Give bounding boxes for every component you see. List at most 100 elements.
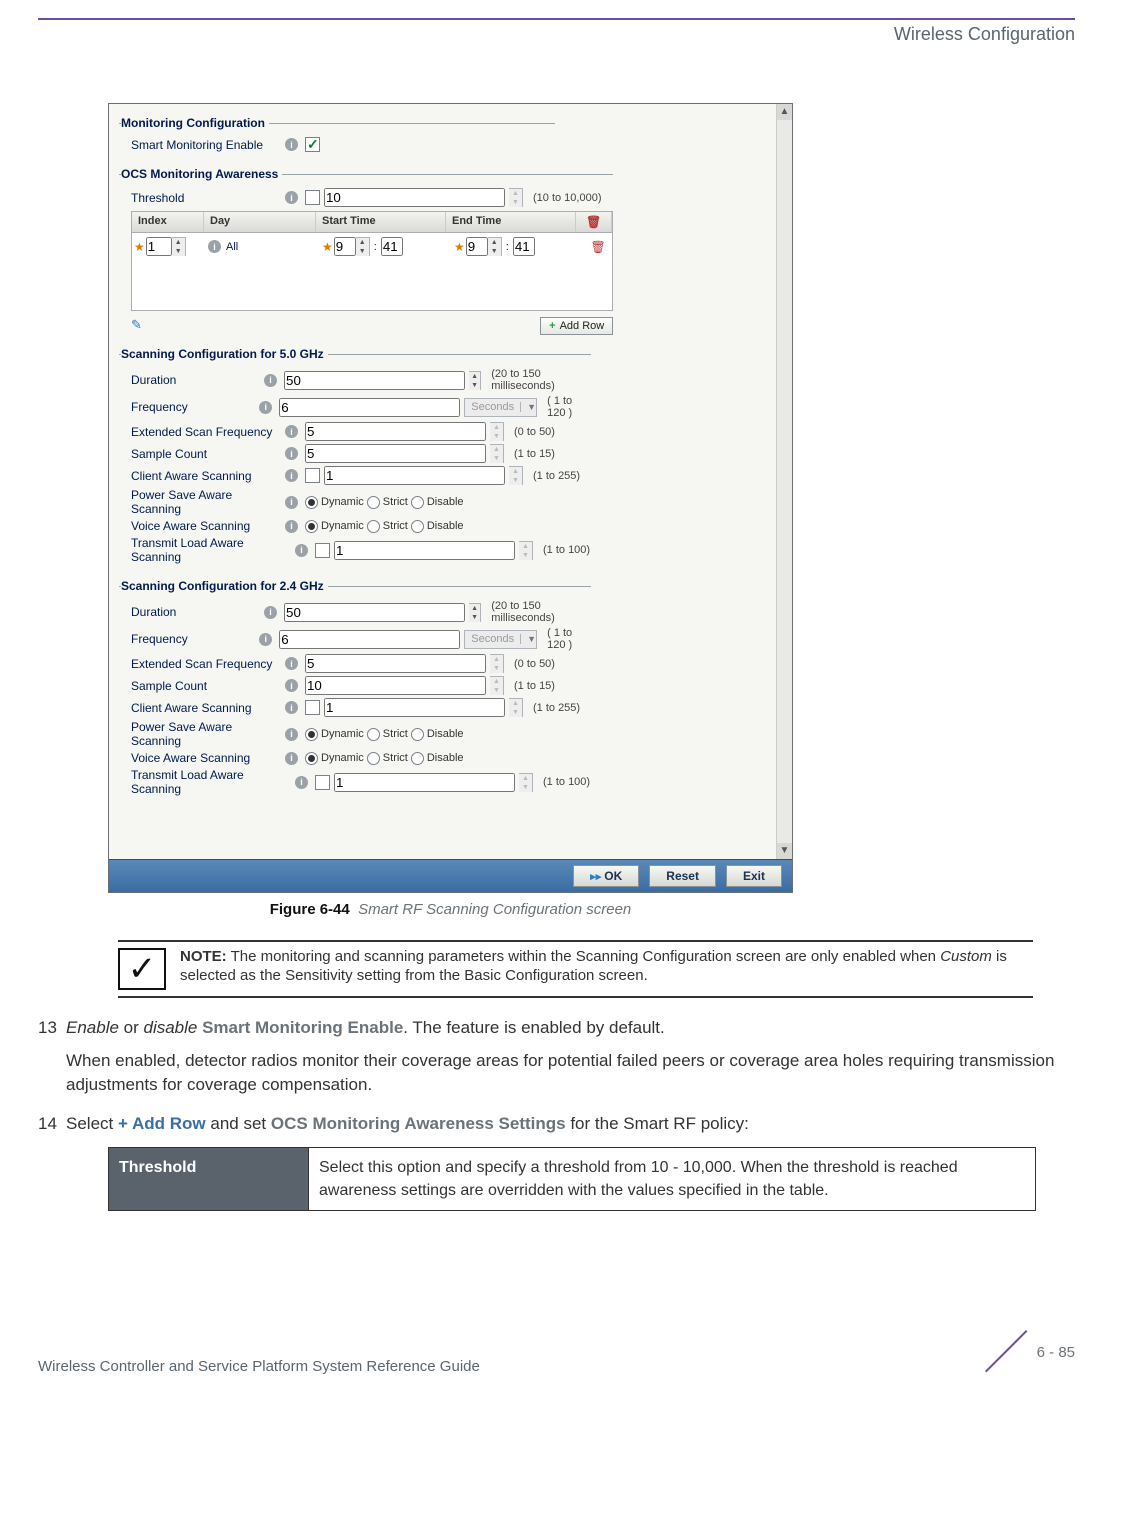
ps-dynamic-radio[interactable]	[305, 496, 318, 509]
voice-strict-radio[interactable]	[367, 520, 380, 533]
info-icon[interactable]: i	[285, 657, 298, 670]
info-icon[interactable]: i	[295, 776, 308, 789]
info-icon[interactable]: i	[285, 752, 298, 765]
threshold-spinner[interactable]: ▲▼	[509, 188, 523, 207]
start-min-input[interactable]	[381, 237, 403, 256]
info-icon[interactable]: i	[208, 240, 221, 253]
spinner[interactable]: ▲▼	[490, 676, 504, 695]
spinner[interactable]: ▲▼	[519, 773, 533, 792]
end-hour-input[interactable]	[466, 237, 488, 256]
voice-dynamic-radio[interactable]	[305, 520, 318, 533]
tx-checkbox[interactable]	[315, 775, 330, 790]
duration-input[interactable]	[284, 603, 465, 622]
info-icon[interactable]: i	[285, 728, 298, 741]
ok-button[interactable]: ▸▸OK	[573, 865, 639, 887]
col-index[interactable]: Index	[132, 212, 204, 232]
spinner[interactable]: ▲▼	[509, 466, 523, 485]
col-end[interactable]: End Time	[446, 212, 576, 232]
voice-disable-radio[interactable]	[411, 752, 424, 765]
freq-unit-select[interactable]: Seconds▼	[464, 630, 537, 649]
tx-input[interactable]	[334, 773, 515, 792]
scan5-legend: Scanning Configuration for 5.0 GHz	[121, 347, 328, 361]
smart-monitoring-checkbox[interactable]	[305, 137, 320, 152]
footer-slash-icon	[985, 1331, 1029, 1375]
ps-disable-radio[interactable]	[411, 728, 424, 741]
spinner[interactable]: ▲▼	[356, 237, 370, 256]
button-bar: ▸▸OK Reset Exit	[109, 859, 792, 892]
scrollbar[interactable]: ▲ ▼	[776, 104, 792, 859]
voice-dynamic-radio[interactable]	[305, 752, 318, 765]
add-row-button[interactable]: +Add Row	[540, 317, 613, 335]
scroll-up-icon[interactable]: ▲	[777, 104, 792, 120]
info-icon[interactable]: i	[295, 544, 308, 557]
info-icon[interactable]: i	[285, 138, 298, 151]
spinner[interactable]: ▲▼	[490, 444, 504, 463]
info-icon[interactable]: i	[285, 520, 298, 533]
end-min-input[interactable]	[513, 237, 535, 256]
duration-input[interactable]	[284, 371, 465, 390]
tx-checkbox[interactable]	[315, 543, 330, 558]
col-day[interactable]: Day	[204, 212, 316, 232]
ocs-fieldset: OCS Monitoring Awareness Threshold i ▲▼ …	[119, 167, 613, 337]
ps-disable-radio[interactable]	[411, 496, 424, 509]
info-icon[interactable]: i	[285, 469, 298, 482]
feature-name: Smart Monitoring Enable	[197, 1018, 403, 1037]
ps-strict-radio[interactable]	[367, 728, 380, 741]
scroll-down-icon[interactable]: ▼	[777, 843, 792, 859]
tx-input[interactable]	[334, 541, 515, 560]
ps-dynamic-radio[interactable]	[305, 728, 318, 741]
voice-disable-radio[interactable]	[411, 520, 424, 533]
start-hour-input[interactable]	[334, 237, 356, 256]
smart-monitoring-label: Smart Monitoring Enable	[131, 138, 281, 152]
spinner[interactable]: ▲▼	[509, 698, 523, 717]
exit-button[interactable]: Exit	[726, 865, 782, 887]
spinner[interactable]: ▲▼	[490, 654, 504, 673]
ext-hint: (0 to 50)	[514, 426, 555, 438]
voice-strict-radio[interactable]	[367, 752, 380, 765]
client-input[interactable]	[324, 698, 505, 717]
client-input[interactable]	[324, 466, 505, 485]
spinner[interactable]: ▲▼	[469, 371, 481, 390]
ext-input[interactable]	[305, 422, 486, 441]
freq-input[interactable]	[279, 398, 460, 417]
info-icon[interactable]: i	[285, 496, 298, 509]
edit-icon[interactable]: ✎	[131, 317, 142, 333]
required-icon: ★	[322, 240, 333, 254]
info-icon[interactable]: i	[259, 401, 272, 414]
info-icon[interactable]: i	[285, 701, 298, 714]
threshold-hint: (10 to 10,000)	[533, 192, 602, 204]
client-checkbox[interactable]	[305, 700, 320, 715]
threshold-input[interactable]	[324, 188, 505, 207]
col-start[interactable]: Start Time	[316, 212, 446, 232]
spinner[interactable]: ▲▼	[488, 237, 502, 256]
delete-row-icon[interactable]: 🗑	[587, 240, 610, 254]
spinner[interactable]: ▲▼	[469, 603, 481, 622]
info-icon[interactable]: i	[285, 679, 298, 692]
index-input[interactable]	[146, 237, 172, 256]
index-spinner[interactable]: ▲▼	[172, 237, 186, 256]
day-value[interactable]: All	[226, 241, 238, 253]
ext-input[interactable]	[305, 654, 486, 673]
freq-input[interactable]	[279, 630, 460, 649]
spinner[interactable]: ▲▼	[490, 422, 504, 441]
threshold-checkbox[interactable]	[305, 190, 320, 205]
reset-button[interactable]: Reset	[649, 865, 716, 887]
spinner[interactable]: ▲▼	[519, 541, 533, 560]
samp-input[interactable]	[305, 444, 486, 463]
info-icon[interactable]: i	[259, 633, 272, 646]
monitoring-legend: Monitoring Configuration	[121, 116, 269, 130]
info-icon[interactable]: i	[264, 374, 277, 387]
client-checkbox[interactable]	[305, 468, 320, 483]
samp-input[interactable]	[305, 676, 486, 695]
freq-unit-select[interactable]: Seconds▼	[464, 398, 537, 417]
info-icon[interactable]: i	[285, 447, 298, 460]
tx-hint: (1 to 100)	[543, 776, 590, 788]
info-icon[interactable]: i	[285, 425, 298, 438]
info-icon[interactable]: i	[264, 606, 277, 619]
ps-strict-radio[interactable]	[367, 496, 380, 509]
freq-label: Frequency	[131, 632, 255, 646]
info-icon[interactable]: i	[285, 191, 298, 204]
trash-header-icon[interactable]: 🗑	[582, 215, 605, 229]
page-header: Wireless Configuration	[38, 18, 1075, 53]
freq-hint: ( 1 to 120 )	[547, 395, 591, 419]
